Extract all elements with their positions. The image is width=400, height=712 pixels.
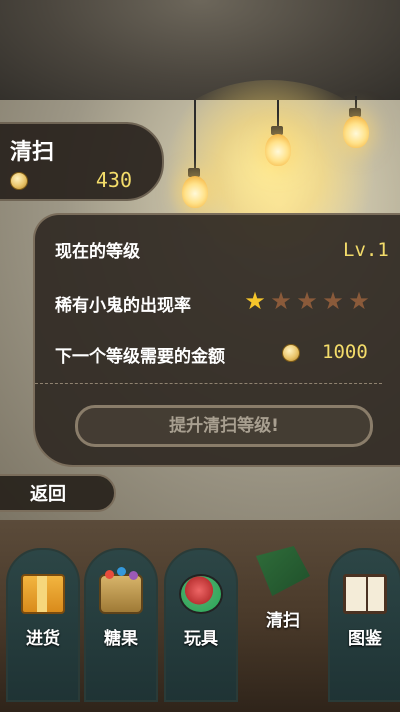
nav-label: 清扫	[266, 611, 300, 631]
next-level-cost-label: 下一个等级需要的金额	[55, 347, 225, 367]
current-level-label: 现在的等级	[55, 242, 140, 262]
light-bulb-icon	[265, 134, 291, 166]
broom-icon	[256, 546, 310, 596]
bottom-nav: 进货 糖果 玩具 清扫 图鉴	[0, 540, 400, 712]
rare-ghost-rate-label: 稀有小鬼的出现率	[55, 296, 191, 316]
nav-item-stock[interactable]: 进货	[6, 548, 80, 702]
rarity-stars: ★ ★ ★ ★ ★	[243, 289, 371, 313]
nav-item-encyclopedia[interactable]: 图鉴	[328, 548, 400, 702]
nav-label: 图鉴	[348, 629, 382, 649]
nav-label: 糖果	[104, 629, 138, 649]
book-icon	[343, 574, 387, 614]
page-title: 清扫	[10, 140, 55, 165]
star-empty-icon: ★	[348, 287, 370, 315]
candy-basket-icon	[99, 567, 143, 614]
toy-icon	[179, 574, 223, 614]
coin-icon	[282, 344, 300, 362]
nav-item-candy[interactable]: 糖果	[84, 548, 158, 702]
light-bulb-icon	[343, 116, 369, 148]
coin-icon	[10, 172, 28, 190]
light-bulb-icon	[182, 176, 208, 208]
divider	[35, 383, 382, 384]
nav-label: 进货	[26, 629, 60, 649]
ceiling	[0, 0, 400, 100]
title-tab: 清扫 430	[0, 122, 164, 201]
star-empty-icon: ★	[296, 287, 318, 315]
coin-balance: 430	[95, 168, 132, 192]
bulb-cord	[194, 100, 196, 170]
box-icon	[21, 574, 65, 614]
upgrade-clean-level-button[interactable]: 提升清扫等级!	[75, 405, 373, 447]
star-empty-icon: ★	[270, 287, 292, 315]
star-empty-icon: ★	[322, 287, 344, 315]
current-level-value: Lv.1	[343, 239, 389, 261]
bulb-cord	[277, 100, 279, 128]
level-info-panel: 现在的等级 Lv.1 稀有小鬼的出现率 ★ ★ ★ ★ ★ 下一个等级需要的金额…	[33, 213, 400, 467]
star-filled-icon: ★	[244, 287, 266, 315]
back-button[interactable]: 返回	[0, 474, 116, 512]
nav-label: 玩具	[184, 629, 218, 649]
nav-item-toys[interactable]: 玩具	[164, 548, 238, 702]
nav-item-clean[interactable]: 清扫	[246, 546, 320, 702]
next-level-cost-value: 1000	[322, 341, 368, 363]
